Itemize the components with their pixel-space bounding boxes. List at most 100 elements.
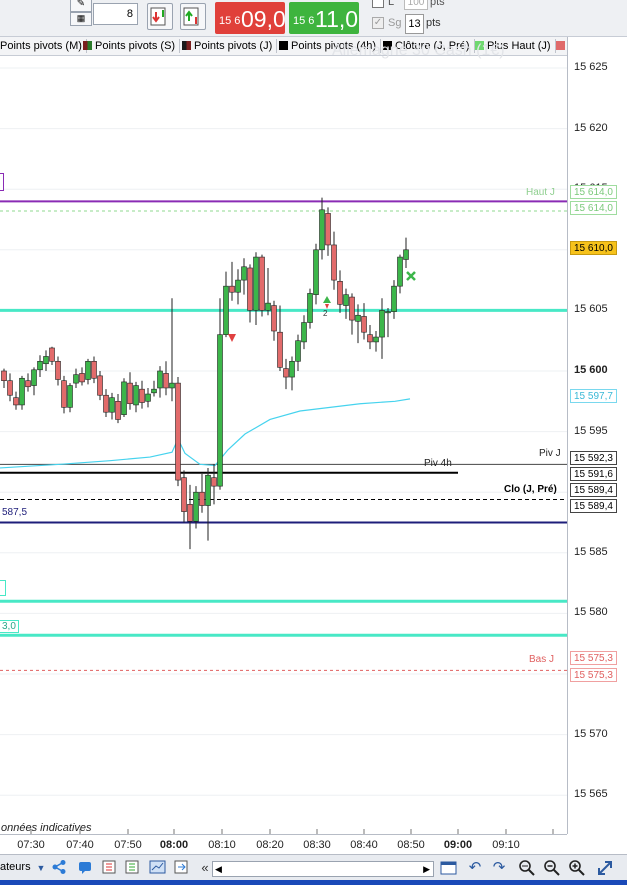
candle-down	[97, 375, 103, 396]
redo-icon[interactable]: ↷	[490, 859, 508, 877]
candle-down	[103, 394, 109, 413]
zoom-in-icon[interactable]	[568, 859, 586, 877]
status-strip	[0, 880, 627, 885]
stop-unit: pts	[426, 17, 441, 29]
candle-up	[343, 294, 349, 306]
candle-up	[145, 393, 151, 402]
price-tag-bas-2: 15 575,3	[570, 668, 617, 682]
price-tag-ma: 15 597,7	[570, 389, 617, 403]
trade-list-icon[interactable]	[100, 859, 118, 877]
candle-up	[397, 256, 403, 287]
buy-price-button[interactable]: 15 6 11,0	[289, 2, 359, 34]
legend-item-pivots-s[interactable]: Points pivots (S)	[81, 39, 181, 53]
legend-item-pivots-m[interactable]: Points pivots (M)	[0, 39, 87, 53]
sell-price-value: 09,0	[241, 6, 286, 32]
expand-icon[interactable]	[596, 859, 614, 877]
price-tag-haut-j: 15 614,0	[570, 201, 617, 215]
scroll-left-icon[interactable]: ◀	[215, 862, 222, 876]
scroll-right-icon[interactable]: ▶	[423, 862, 430, 876]
buy-price-prefix: 15 6	[293, 15, 315, 27]
candle-down	[127, 382, 133, 405]
candle-down	[361, 316, 367, 333]
close-marker-icon	[406, 271, 416, 281]
candle-down	[277, 331, 283, 368]
x-tick-label: 08:10	[208, 839, 236, 851]
candle-up	[307, 293, 313, 323]
candle-down	[79, 373, 85, 383]
horizontal-scrollbar[interactable]: ◀ ▶	[212, 861, 434, 877]
limit-label: L	[388, 0, 395, 8]
legend-overflow-swatch[interactable]	[556, 41, 565, 50]
candle-up	[37, 361, 43, 371]
orders-icon[interactable]	[123, 859, 141, 877]
chat-icon[interactable]	[76, 859, 94, 877]
buy-order-icon[interactable]	[180, 3, 206, 30]
candle-down	[331, 244, 337, 281]
watermark: Allemagne 30 Cash (1€)	[332, 42, 505, 59]
candle-down	[61, 380, 67, 408]
chart-bottom-bar: ateurs ▼ « ◀ ▶ ↶ ↷	[0, 854, 627, 881]
dropdown-arrow-icon[interactable]: ▼	[32, 859, 50, 877]
price-tag-piv-j: 15 592,3	[570, 451, 617, 465]
candle-down	[211, 477, 217, 487]
candle-up	[241, 266, 247, 281]
legend-swatch	[279, 41, 288, 50]
candle-up	[67, 385, 73, 408]
candle-down	[271, 305, 277, 332]
keypad-icon[interactable]: ▦	[70, 12, 92, 26]
line-label-piv-4h: Piv 4h	[424, 458, 452, 469]
stop-input[interactable]: 13	[405, 14, 424, 34]
candle-up	[19, 377, 25, 406]
price-tag-clo-1: 15 589,4	[570, 483, 617, 497]
candle-down	[325, 213, 331, 246]
price-chart[interactable]: 2 Allemagne 30 Cash (1€) Haut J Piv J Pi…	[0, 42, 567, 834]
indicators-menu[interactable]: ateurs	[0, 861, 31, 873]
chart-canvas: 2	[0, 67, 567, 834]
sell-order-icon[interactable]	[147, 3, 173, 30]
candle-up	[253, 256, 259, 311]
candle-down	[247, 267, 253, 311]
calendar-icon[interactable]	[440, 859, 458, 877]
candle-down	[91, 361, 97, 379]
zoom-auto-icon[interactable]	[518, 859, 536, 877]
quantity-input[interactable]: 8	[93, 3, 138, 25]
line-label-clo-j-pre: Clo (J, Pré)	[504, 484, 557, 495]
stop-label: Sg	[388, 17, 402, 29]
x-tick-label: 07:40	[66, 839, 94, 851]
candle-down	[13, 397, 19, 406]
share-icon[interactable]	[50, 859, 68, 877]
x-tick-label: 08:30	[303, 839, 331, 851]
candle-up	[151, 388, 157, 394]
line-label-left-box: 3,0	[0, 620, 19, 633]
candle-up	[43, 356, 49, 365]
price-axis[interactable]: 15 62515 62015 61515 61015 60515 60015 5…	[567, 37, 627, 834]
legend-item-pivots-j[interactable]: Points pivots (J)	[180, 39, 278, 53]
stop-checkbox[interactable]: ✓	[372, 17, 384, 29]
candle-up	[85, 361, 91, 380]
y-tick-label: 15 565	[574, 788, 608, 801]
x-tick-label: 09:00	[443, 839, 473, 851]
sell-price-prefix: 15 6	[219, 15, 241, 27]
candle-up	[223, 285, 229, 335]
candle-up	[193, 491, 199, 522]
candle-up	[73, 374, 79, 384]
candle-up	[217, 334, 223, 487]
y-tick-label: 15 620	[574, 121, 608, 134]
buy-marker-icon	[323, 296, 331, 303]
undo-icon[interactable]: ↶	[466, 859, 484, 877]
time-axis[interactable]: 07:30 07:40 07:50 08:00 08:10 08:20 08:30 08:40…	[0, 834, 567, 855]
candle-up	[109, 397, 115, 413]
candle-up	[31, 369, 37, 386]
candle-up	[295, 340, 301, 362]
export-icon[interactable]	[172, 859, 190, 877]
candle-down	[175, 382, 181, 481]
limit-checkbox[interactable]	[372, 0, 384, 8]
pencil-icon[interactable]: ✎	[70, 0, 92, 12]
candle-down	[139, 388, 145, 403]
zoom-out-icon[interactable]	[543, 859, 561, 877]
chart-window-icon[interactable]	[149, 859, 167, 877]
price-tag-piv-4h: 15 591,6	[570, 467, 617, 481]
sell-price-button[interactable]: 15 6 09,0	[215, 2, 286, 34]
limit-input[interactable]: 100	[404, 0, 428, 10]
y-tick-label: 15 595	[574, 424, 608, 437]
